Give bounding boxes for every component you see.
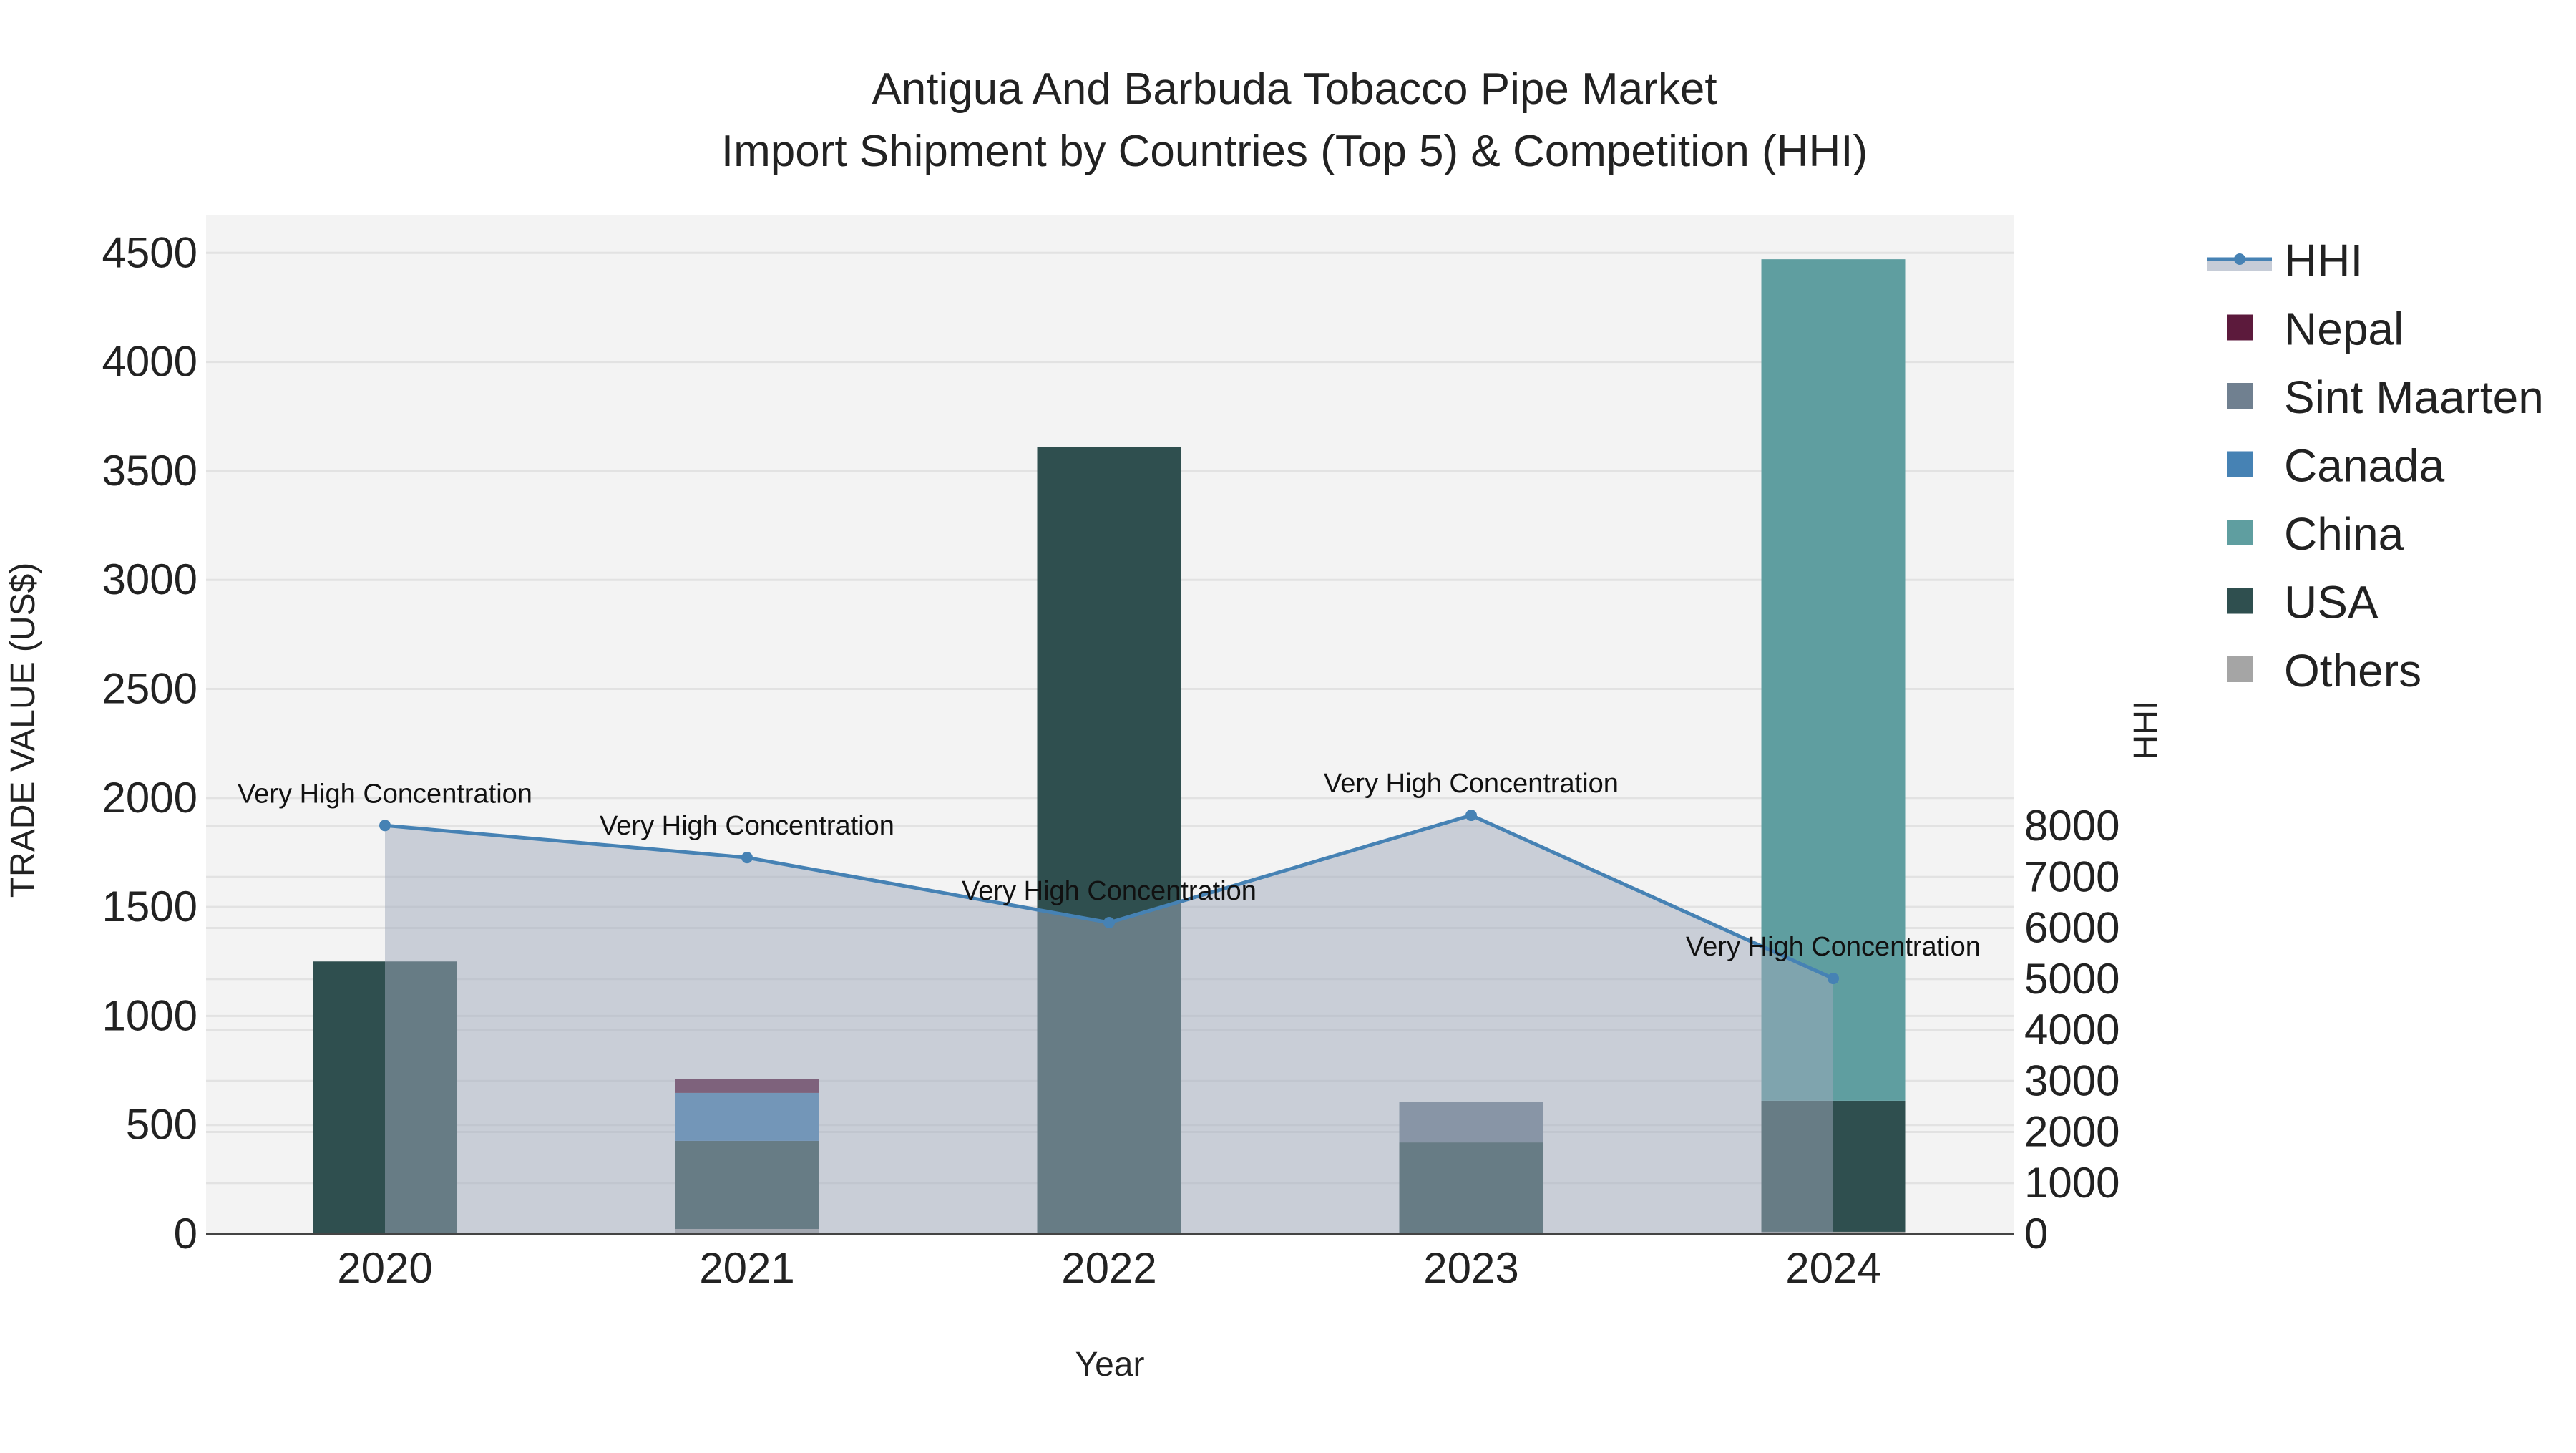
legend-swatch bbox=[2227, 520, 2253, 545]
legend-item-usa[interactable]: USA bbox=[2227, 577, 2379, 628]
legend-label: Sint Maarten bbox=[2284, 371, 2544, 423]
hhi-annotation: Very High Concentration bbox=[238, 779, 532, 809]
legend-item-china[interactable]: China bbox=[2227, 508, 2404, 560]
x-tick-label: 2020 bbox=[337, 1244, 432, 1292]
y2-tick-label: 5000 bbox=[2024, 955, 2119, 1003]
y2-tick-label: 7000 bbox=[2024, 852, 2119, 900]
hhi-annotation: Very High Concentration bbox=[1324, 769, 1619, 799]
hhi-annotation: Very High Concentration bbox=[1686, 932, 1981, 962]
legend-marker bbox=[2234, 253, 2245, 265]
y-tick-label: 1500 bbox=[102, 883, 197, 930]
y2-tick-label: 0 bbox=[2024, 1210, 2048, 1258]
x-tick-label: 2023 bbox=[1423, 1244, 1518, 1292]
hhi-point-2024[interactable] bbox=[1828, 973, 1839, 985]
legend-label: Nepal bbox=[2284, 303, 2404, 355]
y-tick-label: 500 bbox=[126, 1101, 197, 1149]
x-tick-label: 2021 bbox=[699, 1244, 794, 1292]
legend-swatch bbox=[2227, 383, 2253, 409]
chart: Very High Concentration Very High Concent… bbox=[4, 64, 2544, 1384]
y-tick-label: 4500 bbox=[102, 228, 197, 276]
y2-tick-label: 6000 bbox=[2024, 904, 2119, 952]
chart-title: Antigua And Barbuda Tobacco Pipe Market bbox=[872, 64, 1717, 114]
y-tick-label: 3500 bbox=[102, 447, 197, 495]
legend-item-sint-maarten[interactable]: Sint Maarten bbox=[2227, 371, 2544, 423]
hhi-point-2021[interactable] bbox=[741, 852, 753, 864]
legend-label: China bbox=[2284, 508, 2404, 560]
legend-swatch bbox=[2227, 314, 2253, 341]
legend-item-hhi[interactable]: HHI bbox=[2207, 235, 2363, 286]
legend-swatch bbox=[2227, 451, 2253, 477]
y2-axis-title: HHI bbox=[2127, 701, 2165, 760]
y-tick-label: 3000 bbox=[102, 555, 197, 603]
legend-item-canada[interactable]: Canada bbox=[2227, 440, 2445, 492]
legend-swatch bbox=[2227, 656, 2253, 682]
legend-label: Canada bbox=[2284, 440, 2445, 492]
legend-label: USA bbox=[2284, 577, 2379, 628]
legend-label: Others bbox=[2284, 645, 2421, 696]
hhi-point-2022[interactable] bbox=[1103, 917, 1115, 929]
hhi-point-2020[interactable] bbox=[379, 820, 391, 832]
legend-swatch bbox=[2227, 588, 2253, 614]
chart-subtitle: Import Shipment by Countries (Top 5) & C… bbox=[721, 127, 1868, 176]
y-tick-label: 0 bbox=[174, 1210, 197, 1258]
y-tick-label: 2500 bbox=[102, 665, 197, 713]
y2-tick-label: 3000 bbox=[2024, 1056, 2119, 1104]
hhi-point-2023[interactable] bbox=[1465, 810, 1477, 822]
legend-label: HHI bbox=[2284, 235, 2363, 286]
y2-tick-label: 2000 bbox=[2024, 1108, 2119, 1156]
y2-tick-label: 8000 bbox=[2024, 802, 2119, 850]
y2-tick-label: 4000 bbox=[2024, 1006, 2119, 1054]
x-axis-title: Year bbox=[1075, 1346, 1145, 1384]
y-axis-title: TRADE VALUE (US$) bbox=[4, 563, 42, 898]
y-tick-label: 4000 bbox=[102, 338, 197, 386]
hhi-annotation: Very High Concentration bbox=[962, 876, 1257, 906]
x-tick-label: 2024 bbox=[1785, 1244, 1880, 1292]
y2-tick-label: 1000 bbox=[2024, 1159, 2119, 1207]
legend-item-others[interactable]: Others bbox=[2227, 645, 2421, 696]
y-tick-label: 2000 bbox=[102, 774, 197, 822]
x-tick-label: 2022 bbox=[1061, 1244, 1156, 1292]
hhi-annotation: Very High Concentration bbox=[600, 811, 894, 841]
y-tick-label: 1000 bbox=[102, 991, 197, 1039]
legend-item-nepal[interactable]: Nepal bbox=[2227, 303, 2404, 355]
